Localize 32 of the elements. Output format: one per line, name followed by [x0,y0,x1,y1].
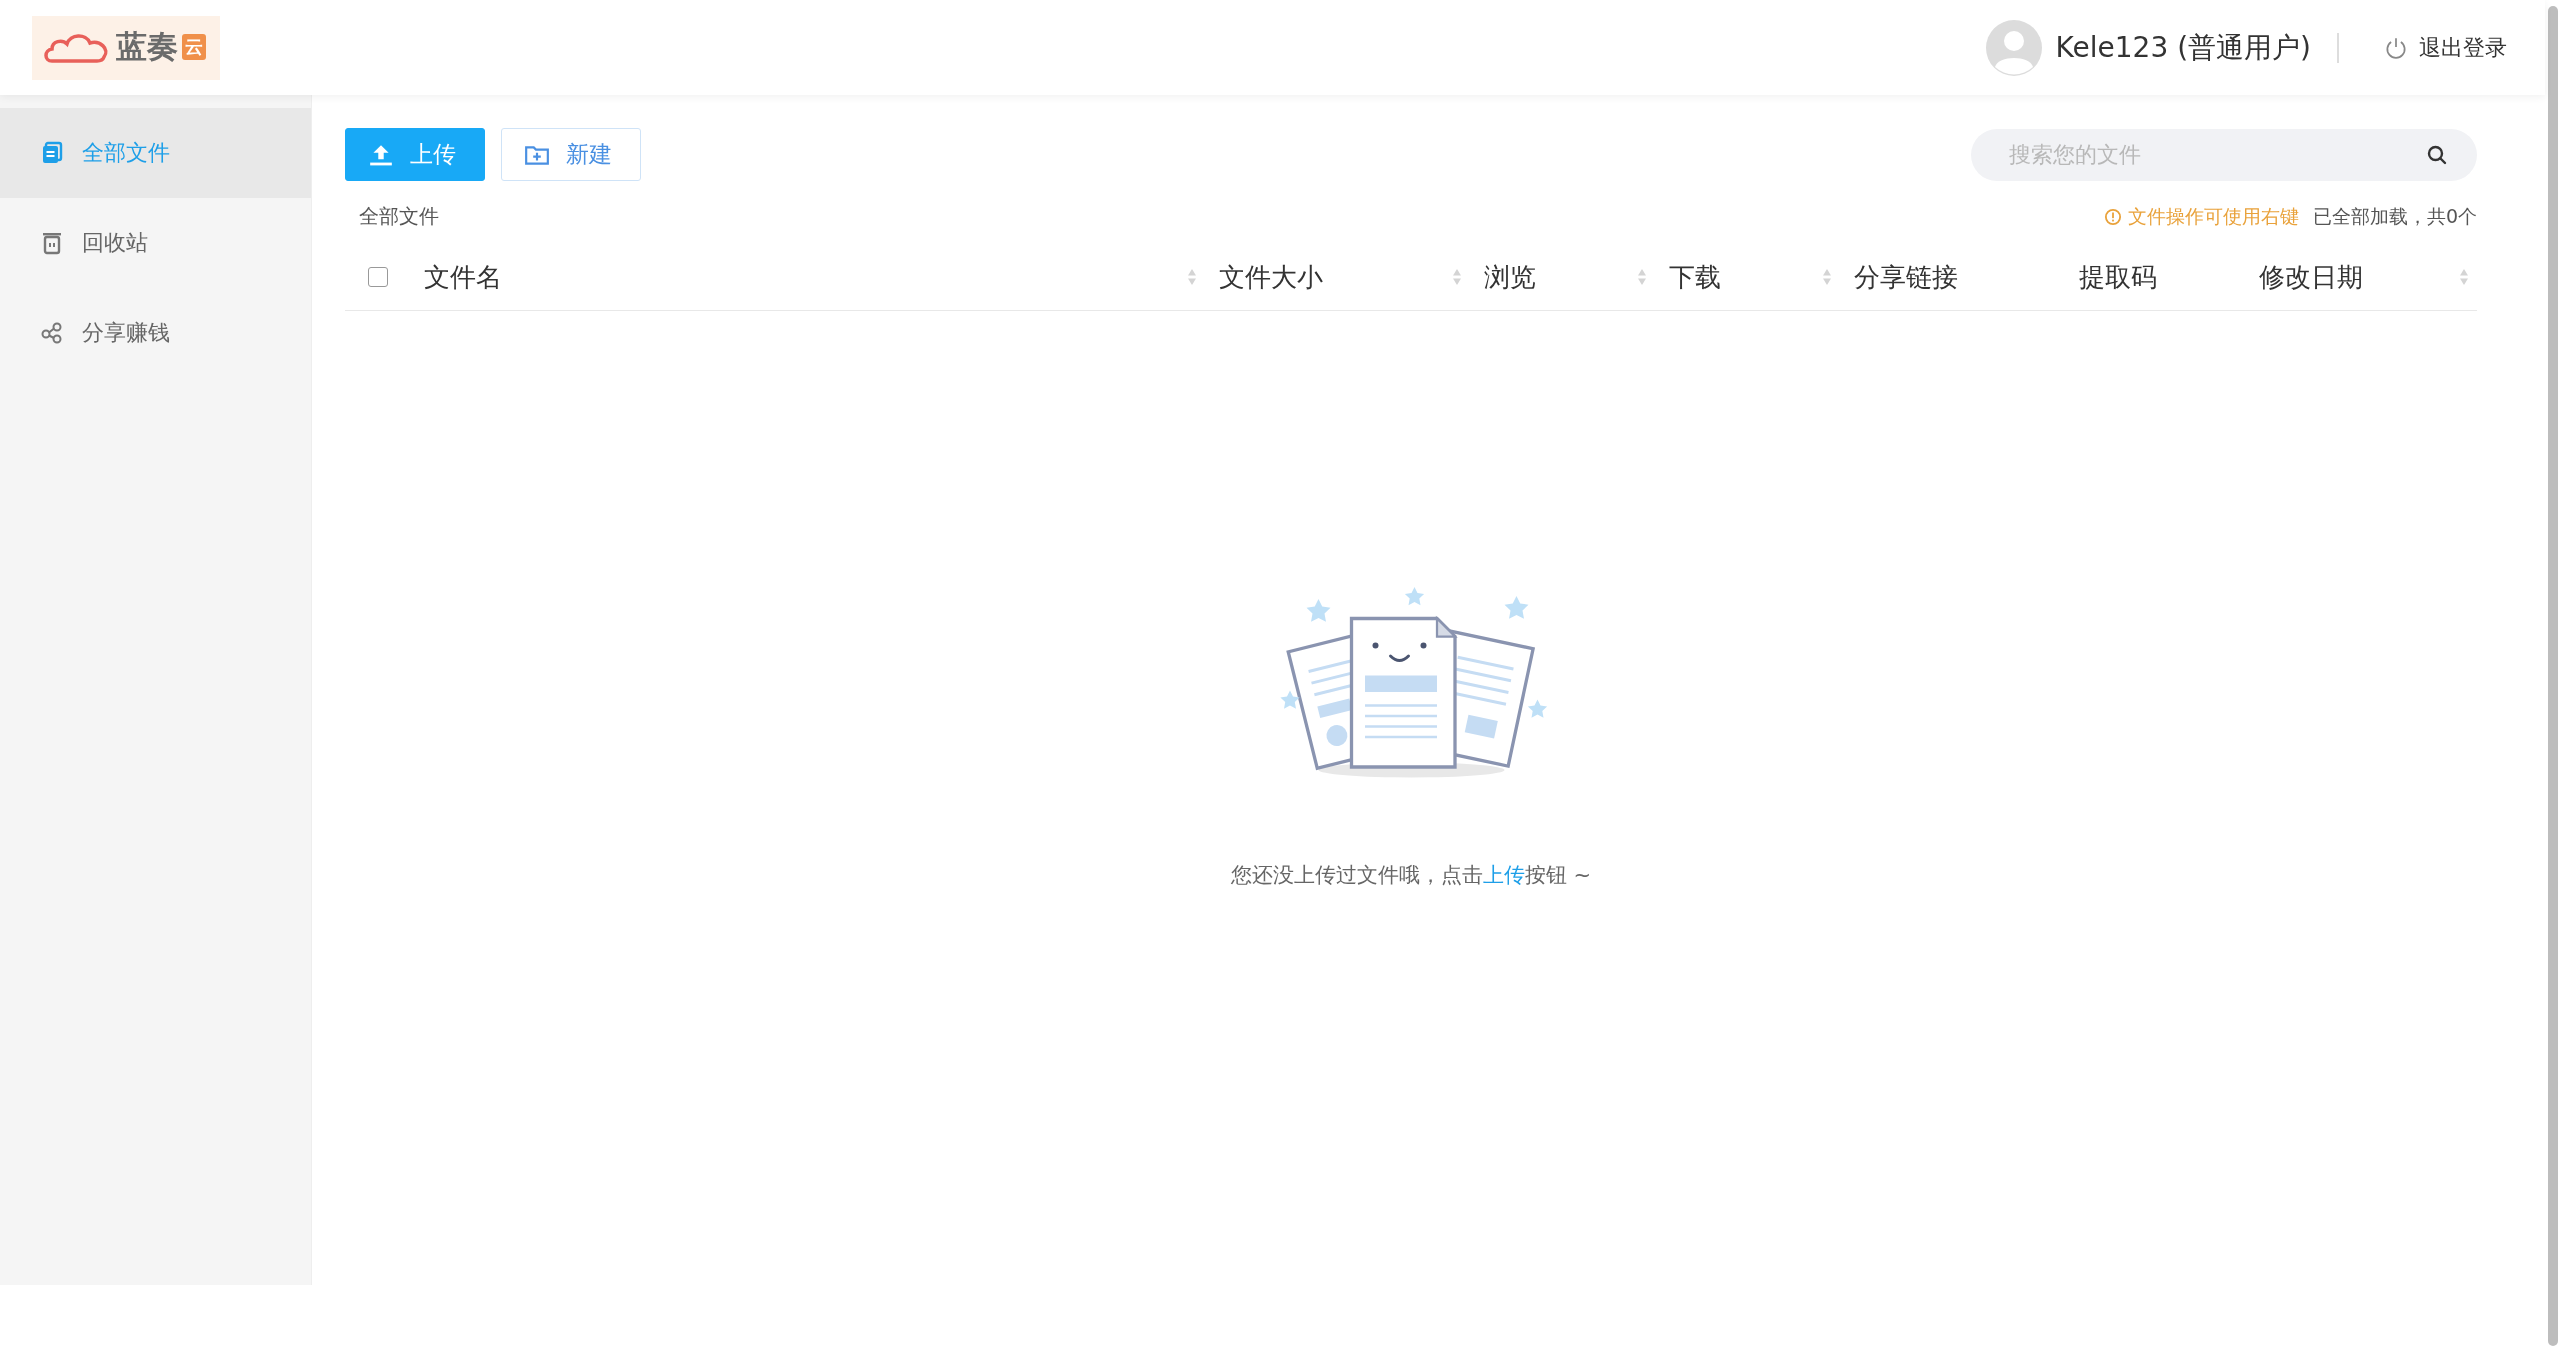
select-all-checkbox[interactable] [367,267,388,287]
load-status: 已全部加载，共0个 [2312,203,2477,229]
column-header[interactable]: 文件名 [424,259,502,295]
share-icon [40,321,64,345]
logo-badge: 云 [182,33,206,60]
logo-text: 蓝奏 [116,26,178,66]
sidebar-item[interactable]: 回收站 [0,198,311,288]
column-header[interactable]: 提取码 [2079,259,2157,295]
column-header[interactable]: 下载 [1669,259,1721,295]
column-header[interactable]: 分享链接 [1854,259,1958,295]
empty-message: 您还没上传过文件哦，点击上传按钮 ~ [1230,862,1592,889]
sort-icon[interactable] [1637,267,1647,287]
logo[interactable]: 蓝奏 云 [32,15,220,80]
tip-text: 文件操作可使用右键 [2103,203,2299,230]
info-icon [2103,207,2122,226]
sort-icon[interactable] [1822,267,1832,287]
trash-icon [40,231,64,255]
column-header[interactable]: 浏览 [1484,259,1536,295]
avatar-icon[interactable] [1985,19,2042,76]
column-header[interactable]: 文件大小 [1219,259,1323,295]
sort-icon[interactable] [1452,267,1462,287]
sidebar-item[interactable]: 分享赚钱 [0,288,311,378]
files-icon [40,141,64,165]
search-input[interactable]: 搜索您的文件 [2007,141,2425,168]
sort-icon[interactable] [2459,267,2469,287]
sort-icon[interactable] [1187,267,1197,287]
scrollbar[interactable] [2548,6,2558,1346]
search-field[interactable]: 搜索您的文件 [1971,128,2477,181]
breadcrumb[interactable]: 全部文件 [359,203,439,230]
column-header[interactable]: 修改日期 [2259,259,2363,295]
logout-link[interactable]: 退出登录 [2383,32,2507,63]
username: Kele123 (普通用户) [2055,29,2311,66]
